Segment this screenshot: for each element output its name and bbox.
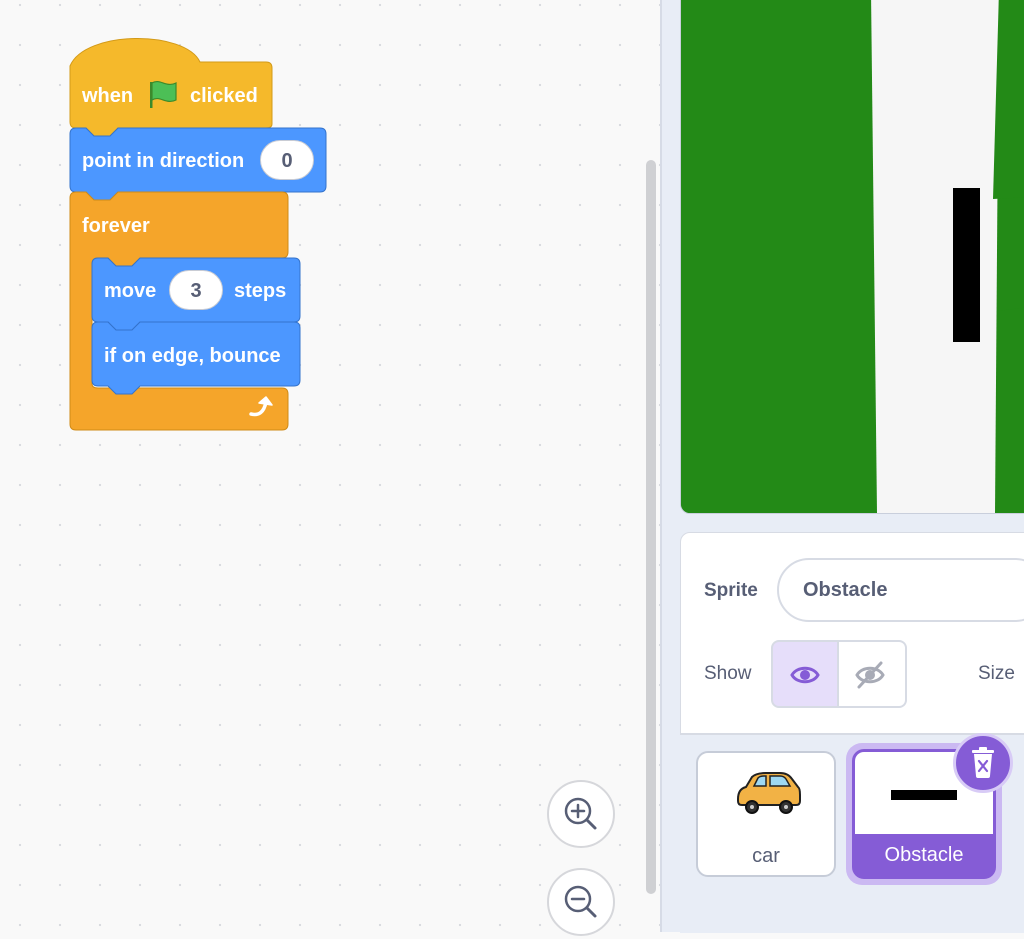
code-area-scrollbar[interactable] [646, 160, 656, 894]
car-icon [737, 772, 801, 814]
move-block-suffix: steps [234, 280, 287, 302]
obstacle-sprite [953, 188, 980, 342]
direction-block-label: point in direction [82, 150, 245, 172]
move-steps-input[interactable]: 3 [169, 270, 223, 310]
show-toggle-group [771, 640, 907, 708]
scrollbar-thumb[interactable] [646, 160, 656, 894]
zoom-in-icon [564, 797, 597, 830]
sprite-name-input[interactable]: Obstacle [777, 558, 1024, 622]
show-hidden-button[interactable] [839, 640, 907, 708]
sprite-name-car: car [752, 845, 780, 867]
bounce-block-label: if on edge, bounce [104, 345, 281, 367]
direction-input[interactable]: 0 [260, 140, 314, 180]
sprite-label: Sprite [704, 580, 758, 601]
zoom-out-icon [564, 885, 597, 918]
code-area[interactable]: when clicked point in direction 0 foreve… [0, 0, 660, 936]
stage[interactable] [680, 0, 1024, 514]
zoom-out-button[interactable] [547, 868, 615, 936]
delete-sprite-button[interactable] [953, 733, 1013, 793]
eye-slash-icon [855, 661, 885, 689]
forever-block-label: forever [82, 215, 150, 237]
sprite-name-obstacle: Obstacle [884, 844, 964, 866]
hat-block-prefix: when [82, 85, 134, 107]
show-visible-button[interactable] [771, 640, 839, 708]
show-label: Show [704, 663, 752, 684]
zoom-in-button[interactable] [547, 780, 615, 848]
eye-icon [790, 666, 820, 684]
move-block-prefix: move [104, 280, 157, 302]
hat-block-suffix: clicked [190, 85, 258, 107]
trash-icon [972, 747, 994, 778]
size-label: Size [978, 663, 1015, 684]
sprite-tile-car[interactable]: car [696, 751, 836, 877]
stage-backdrop [681, 0, 1024, 513]
